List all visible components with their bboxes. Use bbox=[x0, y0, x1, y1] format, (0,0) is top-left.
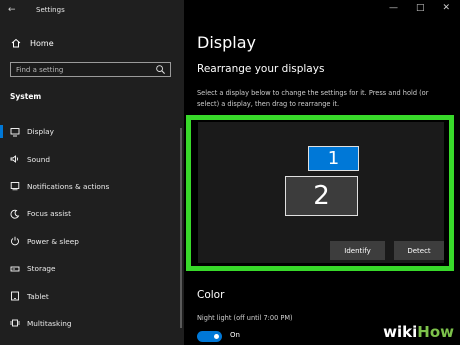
sidebar-item-label: Display bbox=[27, 127, 54, 137]
search-box[interactable] bbox=[10, 62, 171, 77]
sidebar: ← Settings Home System Display Sound Not… bbox=[0, 0, 184, 345]
sidebar-item-label: Notifications & actions bbox=[27, 181, 110, 191]
maximize-icon[interactable]: □ bbox=[416, 3, 425, 13]
description-text: Select a display below to change the set… bbox=[197, 89, 429, 108]
nav-home-label: Home bbox=[30, 38, 54, 48]
tablet-icon bbox=[9, 291, 20, 302]
speaker-icon bbox=[9, 154, 20, 165]
minimize-icon[interactable]: — bbox=[389, 3, 398, 13]
page-title: Display bbox=[197, 33, 256, 52]
sidebar-item-display[interactable]: Display bbox=[0, 118, 184, 145]
night-light-label: Night light (off until 7:00 PM) bbox=[197, 314, 293, 322]
sidebar-item-storage[interactable]: Storage bbox=[0, 255, 184, 282]
sidebar-scrollbar[interactable] bbox=[180, 128, 182, 328]
sidebar-item-label: Multitasking bbox=[27, 318, 72, 328]
window-controls: — □ ✕ bbox=[389, 3, 450, 13]
sidebar-nav: Display Sound Notifications & actions Fo… bbox=[0, 118, 184, 337]
sidebar-item-notifications[interactable]: Notifications & actions bbox=[0, 173, 184, 200]
notification-icon bbox=[9, 181, 20, 192]
window-title: Settings bbox=[36, 6, 65, 14]
sidebar-item-power-sleep[interactable]: Power & sleep bbox=[0, 228, 184, 255]
moon-icon bbox=[9, 208, 20, 219]
storage-icon bbox=[9, 263, 20, 274]
section-heading-color: Color bbox=[197, 289, 225, 301]
active-indicator bbox=[0, 125, 3, 138]
section-heading-rearrange: Rearrange your displays bbox=[197, 63, 325, 75]
power-icon bbox=[9, 236, 20, 247]
night-light-toggle[interactable] bbox=[197, 331, 222, 342]
monitor-icon bbox=[9, 126, 20, 137]
home-icon bbox=[11, 38, 21, 48]
toggle-state-label: On bbox=[230, 331, 240, 339]
sidebar-item-label: Tablet bbox=[27, 291, 49, 301]
section-label-system: System bbox=[10, 92, 42, 101]
sidebar-item-tablet[interactable]: Tablet bbox=[0, 282, 184, 309]
sidebar-item-focus-assist[interactable]: Focus assist bbox=[0, 200, 184, 227]
toggle-knob bbox=[214, 334, 219, 339]
nav-home[interactable]: Home bbox=[11, 38, 54, 48]
highlight-outline bbox=[186, 115, 454, 271]
sidebar-item-label: Sound bbox=[27, 154, 50, 164]
close-icon[interactable]: ✕ bbox=[442, 3, 450, 13]
sidebar-item-label: Storage bbox=[27, 264, 56, 274]
sidebar-item-label: Focus assist bbox=[27, 209, 71, 219]
back-arrow-icon[interactable]: ← bbox=[8, 5, 16, 15]
search-input[interactable] bbox=[16, 64, 146, 75]
multitasking-icon bbox=[9, 318, 20, 329]
sidebar-item-label: Power & sleep bbox=[27, 236, 79, 246]
main-panel: — □ ✕ Display Rearrange your displays Se… bbox=[184, 0, 460, 345]
search-icon[interactable] bbox=[155, 64, 166, 75]
wikihow-watermark: wikiHow bbox=[383, 323, 454, 341]
sidebar-item-sound[interactable]: Sound bbox=[0, 145, 184, 172]
sidebar-item-multitasking[interactable]: Multitasking bbox=[0, 310, 184, 337]
